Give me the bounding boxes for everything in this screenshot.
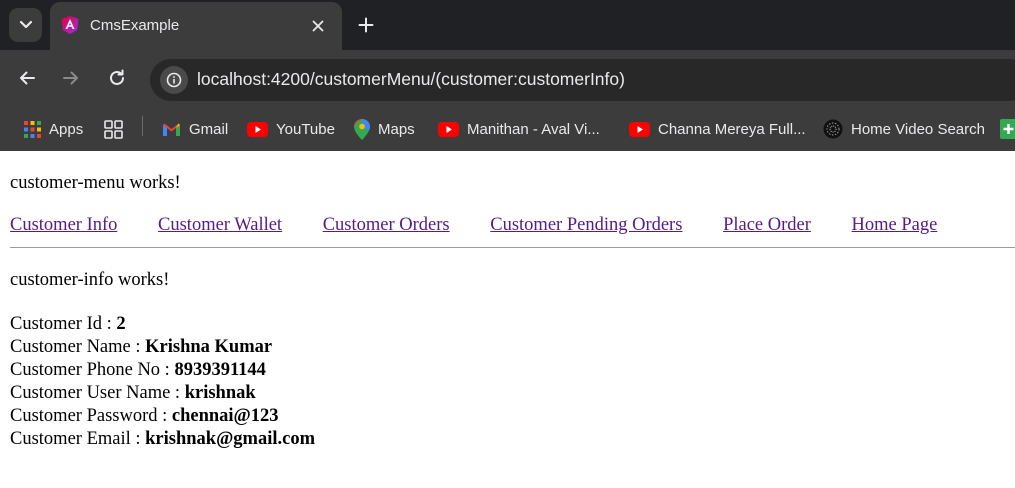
bookmark-label: Home Video Search (851, 120, 985, 138)
nav-link-customer-wallet[interactable]: Customer Wallet (158, 215, 282, 235)
chevron-down-icon (19, 20, 32, 29)
youtube-icon (438, 121, 459, 137)
youtube-icon (247, 121, 268, 137)
forward-arrow-icon (63, 71, 78, 85)
detail-value: chennai@123 (171, 406, 279, 426)
detail-label: Customer User Name : (10, 383, 185, 403)
site-info-button[interactable] (160, 66, 188, 94)
info-icon (166, 72, 182, 88)
maps-pin-icon (354, 118, 370, 140)
bookmark-label: YouTube (276, 120, 335, 138)
detail-label: Customer Phone No : (10, 360, 175, 380)
tab-title: CmsExample (90, 17, 180, 34)
menu-works-text: customer-menu works! (10, 173, 181, 193)
nav-link-customer-orders[interactable]: Customer Orders (323, 215, 450, 235)
active-tab[interactable]: CmsExample (50, 2, 342, 50)
plus-icon (358, 17, 374, 33)
reload-button[interactable] (105, 66, 129, 90)
detail-value: krishnak (184, 383, 256, 403)
bookmark-label: Gmail (189, 120, 229, 138)
detail-row-name: Customer Name : Krishna Kumar (10, 336, 315, 359)
detail-value: Krishna Kumar (145, 337, 273, 357)
bookmarks-bar: Apps Gmail YouTube Maps Manithan - Aval … (0, 108, 1015, 151)
back-button[interactable] (15, 66, 39, 90)
info-works-text: customer-info works! (10, 270, 170, 290)
customer-nav: Customer Info Customer Wallet Customer O… (10, 215, 937, 236)
bookmark-channa-mereya[interactable]: Channa Mereya Full... (629, 116, 806, 142)
nav-link-customer-pending-orders[interactable]: Customer Pending Orders (490, 215, 682, 235)
nav-link-place-order[interactable]: Place Order (723, 215, 811, 235)
detail-value: krishnak@gmail.com (145, 429, 315, 449)
bookmark-tab-groups[interactable] (104, 116, 123, 142)
youtube-icon (629, 121, 650, 137)
detail-row-id: Customer Id : 2 (10, 313, 315, 336)
url-text[interactable]: localhost:4200/customerMenu/(customer:cu… (197, 69, 625, 90)
customer-details: Customer Id : 2 Customer Name : Krishna … (10, 313, 315, 451)
browser-chrome: CmsExample localhost:4200/customerMenu/(… (0, 0, 1015, 151)
bookmark-youtube[interactable]: YouTube (247, 116, 335, 142)
detail-label: Customer Name : (10, 337, 146, 357)
bookmark-apps[interactable]: Apps (24, 116, 83, 142)
bookmark-label: Channa Mereya Full... (658, 120, 806, 138)
angular-favicon-icon (61, 16, 79, 34)
forward-button[interactable] (59, 66, 83, 90)
bookmarks-divider (142, 116, 143, 136)
apps-grid-icon (24, 120, 41, 138)
detail-row-password: Customer Password : chennai@123 (10, 405, 315, 428)
bookmark-gmail[interactable]: Gmail (162, 116, 228, 142)
bookmark-label: Manithan - Aval Vi... (467, 120, 600, 138)
globe-icon (823, 119, 843, 139)
tab-close-button[interactable] (306, 14, 330, 38)
detail-value: 8939391144 (174, 360, 266, 380)
back-arrow-icon (20, 71, 35, 85)
page-content: customer-menu works! Customer Info Custo… (0, 151, 1015, 488)
divider (10, 247, 1015, 248)
detail-row-username: Customer User Name : krishnak (10, 382, 315, 405)
close-icon (312, 20, 324, 32)
detail-label: Customer Email : (10, 429, 146, 449)
detail-row-email: Customer Email : krishnak@gmail.com (10, 428, 315, 451)
tab-search-button[interactable] (9, 8, 42, 42)
bookmark-label: Apps (49, 120, 84, 138)
bookmark-maps[interactable]: Maps (354, 116, 415, 142)
detail-label: Customer Password : (10, 406, 172, 426)
sheets-icon (1000, 119, 1015, 139)
detail-label: Customer Id : (10, 314, 117, 334)
reload-icon (110, 69, 124, 85)
nav-link-home-page[interactable]: Home Page (852, 215, 938, 235)
bookmark-home-video-search[interactable]: Home Video Search (823, 116, 985, 142)
tab-groups-icon (104, 119, 123, 139)
detail-row-phone: Customer Phone No : 8939391144 (10, 359, 315, 382)
new-tab-button[interactable] (354, 13, 378, 37)
tab-strip: CmsExample (0, 0, 1015, 50)
detail-value: 2 (116, 314, 126, 334)
bookmark-manithan[interactable]: Manithan - Aval Vi... (438, 116, 600, 142)
gmail-icon (163, 123, 180, 136)
bookmark-overflow-item[interactable] (1000, 116, 1015, 142)
bookmark-label: Maps (378, 120, 415, 138)
nav-link-customer-info[interactable]: Customer Info (10, 215, 117, 235)
